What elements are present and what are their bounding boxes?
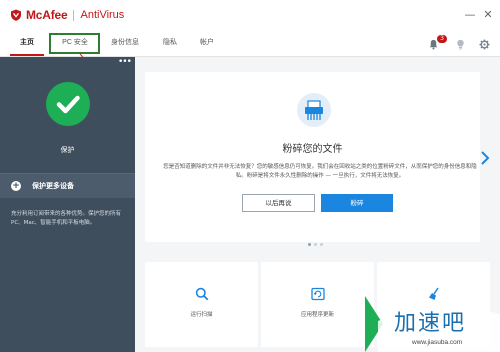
watermark-text: 加速吧 xyxy=(394,311,467,336)
product-name: AntiVirus xyxy=(80,9,125,21)
sidebar-menu-button[interactable]: ••• xyxy=(118,57,132,67)
tab-account[interactable]: 帐户 xyxy=(192,36,222,50)
feature-title: 粉碎您的文件 xyxy=(282,144,343,155)
tab-home[interactable]: 主页 xyxy=(10,36,44,50)
shred-button[interactable]: 粉碎 xyxy=(321,194,393,212)
watermark-url: www.jiasuba.com xyxy=(412,339,463,346)
gear-icon[interactable] xyxy=(479,39,490,50)
notification-badge: 3 xyxy=(437,35,447,43)
active-tab-indicator xyxy=(10,54,44,56)
pager-dot-2[interactable] xyxy=(314,243,317,246)
broom-icon xyxy=(429,287,439,300)
plus-icon[interactable]: + xyxy=(11,181,21,191)
tab-privacy[interactable]: 隐私 xyxy=(155,36,185,50)
tile-app-update-label: 应用程序更新 xyxy=(300,312,334,318)
add-devices-label[interactable]: 保护更多设备 xyxy=(32,181,74,191)
feature-description: 您是否知道删除的文件并非无法恢复？您的敏感信息仍可恢复。我们会在回收站之类的位置… xyxy=(163,164,477,179)
tile-run-scan-label: 运行扫描 xyxy=(190,312,213,318)
next-arrow-icon[interactable] xyxy=(480,150,490,166)
search-icon xyxy=(195,287,209,301)
title-bar: McAfee AntiVirus — ✕ xyxy=(0,0,500,30)
close-button[interactable]: ✕ xyxy=(482,8,494,20)
lightbulb-icon[interactable] xyxy=(455,39,466,50)
tab-identity[interactable]: 身份信息 xyxy=(104,36,146,50)
app-update-icon xyxy=(311,287,325,301)
brand-name: McAfee xyxy=(26,8,68,22)
app-logo: McAfee AntiVirus xyxy=(10,8,124,22)
later-button[interactable]: 以后再说 xyxy=(242,194,315,212)
tile-app-update[interactable] xyxy=(261,262,374,347)
protection-status-icon xyxy=(46,82,90,126)
shredder-icon xyxy=(297,93,331,127)
minimize-button[interactable]: — xyxy=(464,8,476,20)
logo-divider xyxy=(73,9,75,21)
annotation-highlight-box xyxy=(49,33,100,54)
tile-run-scan[interactable] xyxy=(145,262,258,347)
pager-dot-3[interactable] xyxy=(320,243,323,246)
pager-dot-1[interactable] xyxy=(308,243,311,246)
mcafee-shield-icon xyxy=(11,9,21,21)
subscription-description: 充分利用订阅带来的各种优势。保护您的所有 PC、Mac、智能手机和平板电脑。 xyxy=(11,211,122,226)
protection-status-label: 保护 xyxy=(60,146,75,154)
checkmark-icon xyxy=(56,95,80,114)
